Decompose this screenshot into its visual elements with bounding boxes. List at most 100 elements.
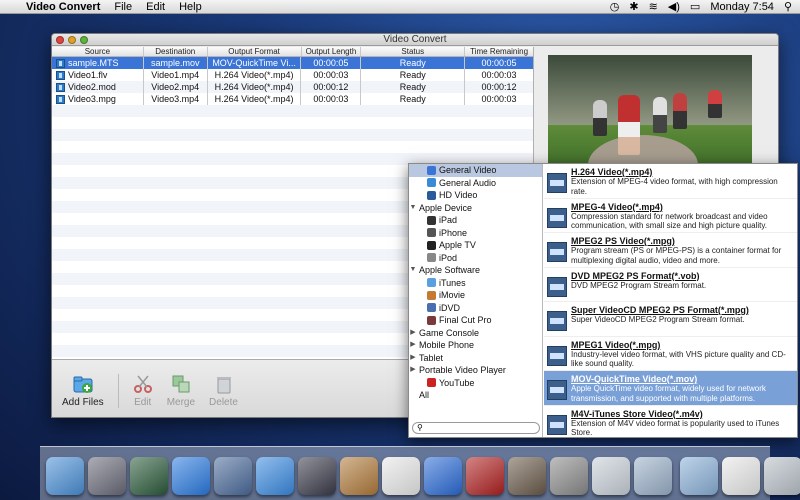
category-item[interactable]: iPod bbox=[409, 252, 542, 265]
disclosure-closed-icon[interactable]: ▶ bbox=[409, 364, 417, 377]
system-preferences-icon[interactable] bbox=[550, 457, 588, 495]
photo-booth-icon[interactable] bbox=[466, 457, 504, 495]
category-item[interactable]: iPhone bbox=[409, 227, 542, 240]
video-format-icon bbox=[547, 207, 567, 228]
col-destination[interactable]: Destination bbox=[144, 47, 208, 56]
category-item[interactable]: ▶ Mobile Phone bbox=[409, 339, 542, 352]
category-label: HD Video bbox=[439, 190, 478, 200]
format-item[interactable]: MOV-QuickTime Video(*.mov) Apple QuickTim… bbox=[544, 371, 797, 406]
title-bar[interactable]: Video Convert bbox=[52, 34, 778, 46]
mission-control-icon[interactable] bbox=[130, 457, 168, 495]
app-store-icon[interactable] bbox=[172, 457, 210, 495]
category-item[interactable]: ▶ Game Console bbox=[409, 327, 542, 340]
mail-icon[interactable] bbox=[214, 457, 252, 495]
format-item[interactable]: MPEG1 Video(*.mpg) Industry-level video f… bbox=[544, 337, 797, 371]
safari-icon[interactable] bbox=[256, 457, 294, 495]
format-text: MPEG1 Video(*.mpg) Industry-level video f… bbox=[571, 340, 793, 371]
format-item[interactable]: DVD MPEG2 PS Format(*.vob) DVD MPEG2 Prog… bbox=[544, 268, 797, 302]
category-item[interactable]: YouTube bbox=[409, 377, 542, 390]
wifi-icon[interactable]: ≋ bbox=[649, 0, 658, 13]
facetime-icon[interactable] bbox=[298, 457, 336, 495]
category-label: Portable Video Player bbox=[419, 365, 506, 375]
category-item[interactable]: ▼ Apple Software bbox=[409, 264, 542, 277]
close-button[interactable] bbox=[56, 36, 64, 44]
menu-edit[interactable]: Edit bbox=[146, 1, 165, 13]
menu-help[interactable]: Help bbox=[179, 1, 202, 13]
battery-icon[interactable]: ▭ bbox=[690, 0, 700, 13]
cell-output-length: 00:00:05 bbox=[301, 57, 362, 69]
cell-output-format: MOV-QuickTime Vi... bbox=[208, 57, 302, 69]
format-item[interactable]: H.264 Video(*.mp4) Extension of MPEG-4 vi… bbox=[544, 164, 797, 199]
format-item[interactable]: MPEG2 PS Video(*.mpg) Program stream (PS … bbox=[544, 233, 797, 268]
category-item[interactable]: Final Cut Pro bbox=[409, 314, 542, 327]
disclosure-open-icon[interactable]: ▼ bbox=[409, 202, 417, 215]
table-row[interactable]: sample.MTS sample.mov MOV-QuickTime Vi..… bbox=[52, 57, 533, 69]
ical-icon[interactable] bbox=[382, 457, 420, 495]
delete-button[interactable]: Delete bbox=[209, 374, 238, 408]
bluetooth-icon[interactable]: ✱ bbox=[629, 0, 638, 13]
documents-icon[interactable] bbox=[722, 457, 760, 495]
address-book-icon[interactable] bbox=[340, 457, 378, 495]
category-label: Apple Software bbox=[419, 265, 481, 275]
time-machine-icon[interactable]: ◷ bbox=[610, 0, 620, 13]
edit-button[interactable]: Edit bbox=[133, 374, 153, 408]
cell-destination: Video2.mp4 bbox=[144, 81, 208, 93]
col-output-format[interactable]: Output Format bbox=[208, 47, 302, 56]
cell-destination: Video1.mp4 bbox=[144, 69, 208, 81]
format-item[interactable]: MPEG-4 Video(*.mp4) Compression standard … bbox=[544, 199, 797, 233]
itunes-icon[interactable] bbox=[424, 457, 462, 495]
category-list: General Video General Audio HD Video ▼ Apple… bbox=[409, 164, 543, 437]
video-format-icon bbox=[547, 414, 567, 435]
minimize-button[interactable] bbox=[68, 36, 76, 44]
clock[interactable]: Monday 7:54 bbox=[710, 1, 774, 13]
menu-app-name[interactable]: Video Convert bbox=[26, 1, 100, 13]
video-format-icon bbox=[547, 242, 567, 262]
category-item[interactable]: ▶ Portable Video Player bbox=[409, 364, 542, 377]
category-item[interactable]: General Video bbox=[409, 164, 542, 177]
category-icon bbox=[427, 315, 436, 325]
spotlight-icon[interactable]: ⚲ bbox=[784, 0, 792, 13]
table-row[interactable]: Video1.flv Video1.mp4 H.264 Video(*.mp4)… bbox=[52, 69, 533, 81]
finder-icon[interactable] bbox=[46, 457, 84, 495]
merge-button[interactable]: Merge bbox=[167, 374, 195, 408]
category-item[interactable]: All bbox=[409, 389, 542, 402]
disclosure-closed-icon[interactable]: ▶ bbox=[409, 352, 417, 365]
col-source[interactable]: Source bbox=[52, 47, 144, 56]
trash-icon[interactable] bbox=[764, 457, 800, 495]
category-item[interactable]: iPad bbox=[409, 214, 542, 227]
category-item[interactable]: iMovie bbox=[409, 289, 542, 302]
dvd-player-icon[interactable] bbox=[592, 457, 630, 495]
table-row[interactable]: Video3.mpg Video3.mp4 H.264 Video(*.mp4)… bbox=[52, 93, 533, 105]
zoom-button[interactable] bbox=[80, 36, 88, 44]
disclosure-closed-icon[interactable]: ▶ bbox=[409, 339, 417, 352]
category-item[interactable]: iTunes bbox=[409, 277, 542, 290]
add-files-button[interactable]: Add Files bbox=[62, 374, 104, 408]
format-description: Extension of M4V video format is popular… bbox=[571, 418, 780, 438]
merge-label: Merge bbox=[166, 397, 196, 408]
category-item[interactable]: ▼ Apple Device bbox=[409, 202, 542, 215]
col-status[interactable]: Status bbox=[361, 47, 466, 56]
col-time-remaining[interactable]: Time Remaining bbox=[465, 47, 533, 56]
category-icon bbox=[427, 215, 436, 225]
applications-folder-icon[interactable] bbox=[680, 457, 718, 495]
launchpad-icon[interactable] bbox=[88, 457, 126, 495]
format-item[interactable]: Super VideoCD MPEG2 PS Format(*.mpg) Supe… bbox=[544, 302, 797, 337]
format-search-input[interactable]: ⚲ bbox=[412, 422, 540, 434]
video-convert-icon[interactable] bbox=[634, 457, 672, 495]
category-item[interactable]: HD Video bbox=[409, 189, 542, 202]
format-list: H.264 Video(*.mp4) Extension of MPEG-4 vi… bbox=[544, 164, 797, 437]
category-item[interactable]: General Audio bbox=[409, 177, 542, 190]
disclosure-open-icon[interactable]: ▼ bbox=[409, 264, 417, 277]
window-title: Video Convert bbox=[383, 34, 447, 45]
disclosure-closed-icon[interactable]: ▶ bbox=[409, 327, 417, 340]
volume-icon[interactable]: ◀) bbox=[668, 0, 680, 13]
category-item[interactable]: Apple TV bbox=[409, 239, 542, 252]
col-output-length[interactable]: Output Length bbox=[302, 47, 362, 56]
format-item[interactable]: M4V-iTunes Store Video(*.m4v) Extension o… bbox=[544, 406, 797, 438]
category-item[interactable]: ▶ Tablet bbox=[409, 352, 542, 365]
table-row[interactable]: Video2.mod Video2.mp4 H.264 Video(*.mp4)… bbox=[52, 81, 533, 93]
category-item[interactable]: iDVD bbox=[409, 302, 542, 315]
menu-file[interactable]: File bbox=[114, 1, 132, 13]
photos-icon[interactable] bbox=[508, 457, 546, 495]
scissors-icon bbox=[133, 375, 152, 393]
